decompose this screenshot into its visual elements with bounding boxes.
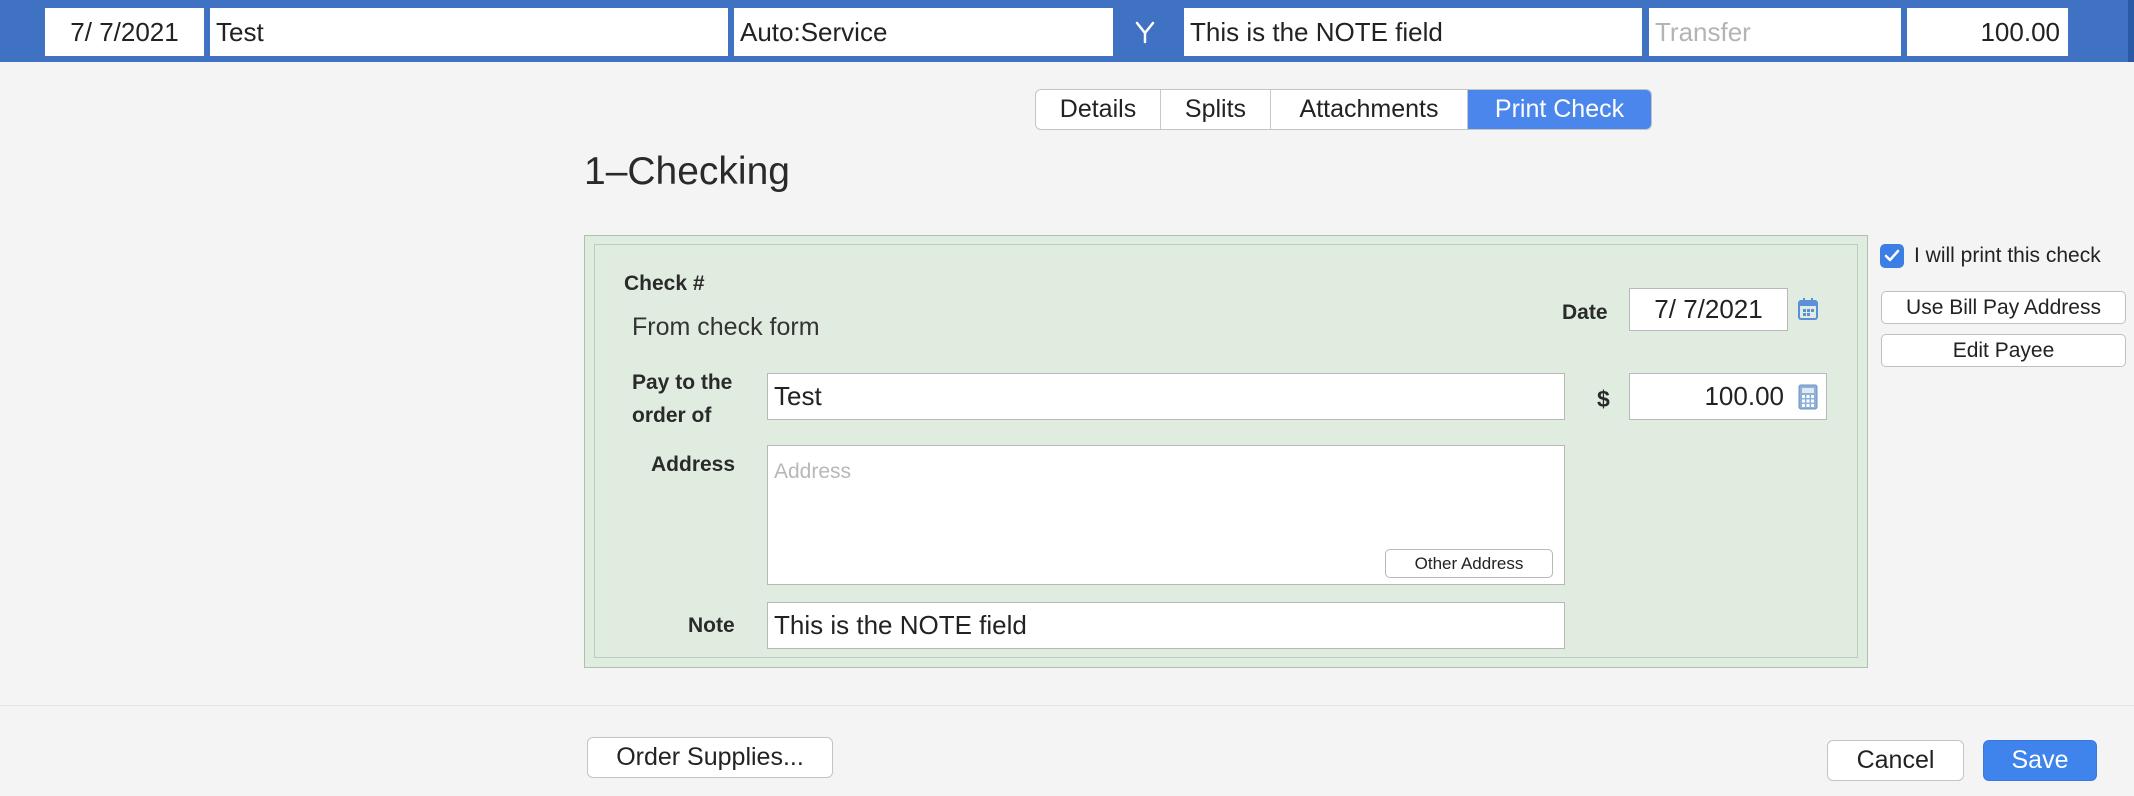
note-field[interactable]: This is the NOTE field — [767, 602, 1565, 649]
use-bill-pay-address-button[interactable]: Use Bill Pay Address — [1881, 291, 2126, 324]
register-amount-field[interactable]: 100.00 — [1907, 8, 2068, 56]
tab-print-check[interactable]: Print Check — [1468, 90, 1651, 129]
register-scroll-edge — [2128, 0, 2134, 62]
tab-bar: Details Splits Attachments Print Check — [1035, 89, 1652, 130]
note-label: Note — [688, 614, 735, 637]
print-check-option[interactable]: I will print this check — [1880, 244, 2101, 268]
tab-details[interactable]: Details — [1036, 90, 1161, 129]
pay-to-label-line1: Pay to the — [632, 371, 733, 394]
split-icon[interactable] — [1115, 8, 1175, 56]
register-transfer-field[interactable]: Transfer — [1649, 8, 1901, 56]
tab-attachments[interactable]: Attachments — [1271, 90, 1468, 129]
register-row: 7/ 7/2021 Test Auto:Service This is the … — [0, 0, 2134, 62]
payee-field[interactable]: Test — [767, 373, 1565, 420]
register-memo-field[interactable]: This is the NOTE field — [1184, 8, 1642, 56]
check-number-value: From check form — [632, 313, 820, 341]
print-check-label: I will print this check — [1914, 244, 2101, 267]
register-date-field[interactable]: 7/ 7/2021 — [45, 8, 204, 56]
print-check-checkbox[interactable] — [1880, 244, 1904, 268]
check-date-field[interactable]: 7/ 7/2021 — [1629, 288, 1788, 331]
save-button[interactable]: Save — [1983, 740, 2097, 781]
register-category-field[interactable]: Auto:Service — [734, 8, 1113, 56]
calculator-icon[interactable] — [1798, 384, 1818, 410]
calendar-icon[interactable] — [1797, 297, 1819, 321]
address-label: Address — [651, 453, 736, 476]
other-address-button[interactable]: Other Address — [1385, 549, 1553, 578]
tab-splits[interactable]: Splits — [1161, 90, 1271, 129]
cancel-button[interactable]: Cancel — [1827, 740, 1964, 781]
edit-payee-button[interactable]: Edit Payee — [1881, 334, 2126, 367]
pay-to-label-line2: order of — [632, 404, 712, 427]
order-supplies-button[interactable]: Order Supplies... — [587, 737, 833, 778]
date-label: Date — [1562, 301, 1608, 324]
check-number-label: Check # — [624, 272, 705, 295]
dollar-label: $ — [1597, 386, 1610, 412]
register-payee-field[interactable]: Test — [210, 8, 728, 56]
footer-divider — [0, 705, 2134, 706]
address-placeholder: Address — [774, 460, 852, 483]
account-title: 1–Checking — [584, 150, 790, 193]
